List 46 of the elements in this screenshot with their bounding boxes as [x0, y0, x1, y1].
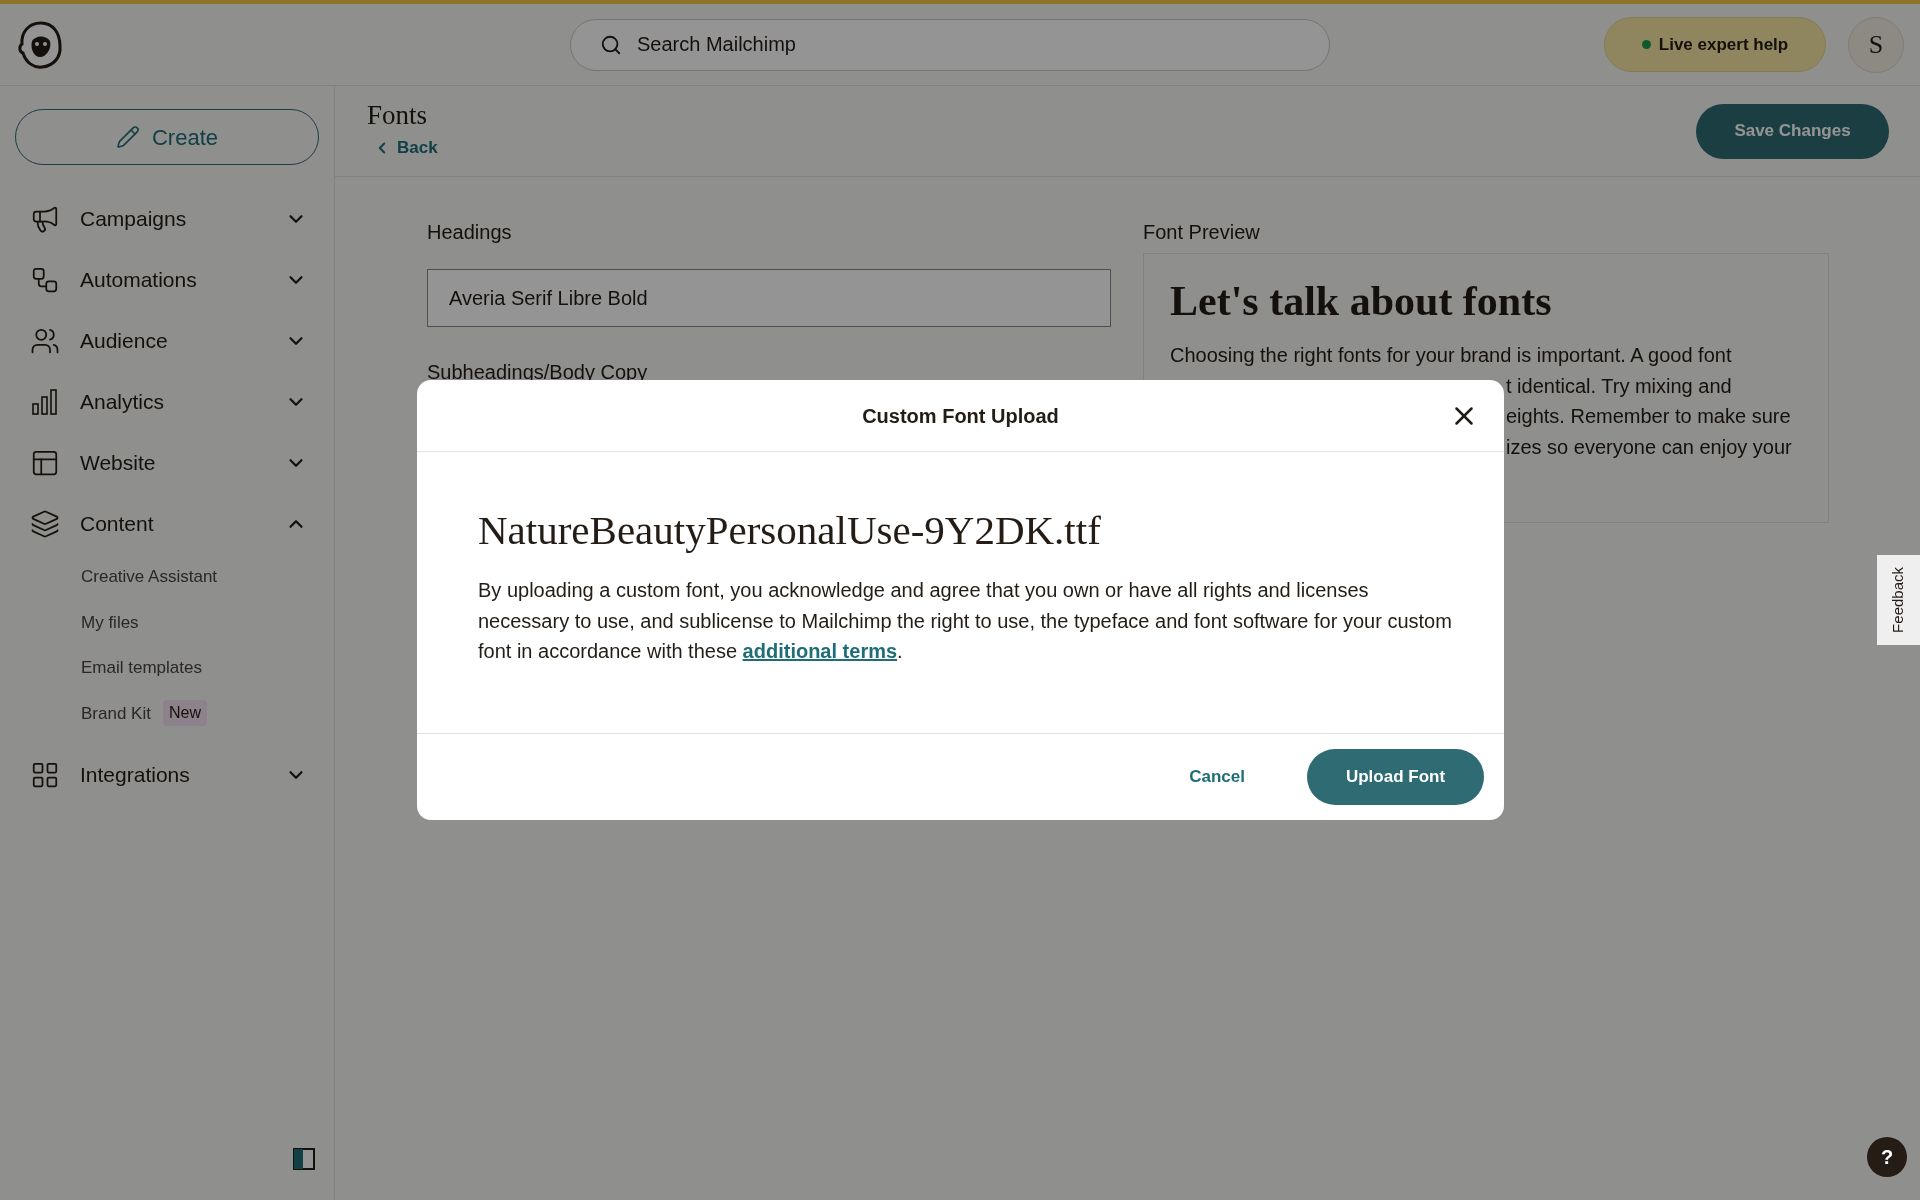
nav-label: Website [80, 449, 157, 476]
upload-font-button[interactable]: Upload Font [1307, 749, 1484, 805]
nav-label: Integrations [80, 761, 191, 788]
save-changes-button[interactable]: Save Changes [1696, 103, 1889, 159]
page-title: Fonts [367, 101, 429, 129]
layers-icon [30, 508, 60, 539]
field-label: Font Preview [1143, 220, 1261, 245]
preview-text: izes so everyone can enjoy your [1506, 434, 1792, 460]
nav-item[interactable]: Integrations [15, 744, 319, 805]
nav-subitem[interactable]: Creative Assistant [81, 564, 218, 590]
pencil-icon [115, 125, 140, 149]
nav-item[interactable]: Content [15, 493, 319, 554]
cancel-button[interactable]: Cancel [1167, 749, 1267, 805]
preview-text: t identical. Try mixing and [1506, 373, 1732, 399]
preview-text: eights. Remember to make sure [1506, 404, 1791, 430]
headings-font-field[interactable]: Averia Serif Libre Bold [427, 269, 1111, 327]
nav-subitem[interactable]: Email templates [81, 655, 202, 681]
nav-subitem[interactable]: Brand Kit [81, 700, 151, 726]
feedback-tab[interactable]: Feedback [1877, 555, 1920, 645]
search-field[interactable]: Search Mailchimp [570, 18, 1330, 71]
font-filename: NatureBeautyPersonalUse-9Y2DK.ttf [478, 510, 1102, 551]
license-text: By uploading a custom font, you acknowledge and agree that you own or have all rights and licenses necessary to use, and sublicense to Mailchimp the right to use, the typeface and font software for your custom font in accordance with these additional terms. [478, 578, 1453, 664]
field-label: Headings [427, 220, 513, 245]
bar-chart-icon [30, 386, 60, 417]
user-avatar[interactable]: S [1848, 16, 1904, 73]
nav-label: Audience [80, 327, 169, 354]
nav-item[interactable]: Campaigns [15, 188, 319, 249]
sidebar-toggle-icon[interactable] [293, 1148, 315, 1170]
help-button[interactable]: ? [1867, 1137, 1907, 1177]
nav-item[interactable]: Automations [15, 249, 319, 310]
nav-item[interactable]: Audience [15, 310, 319, 371]
back-link[interactable]: Back [367, 134, 438, 161]
nav-subitem[interactable]: My files [81, 609, 139, 635]
nav-label: Campaigns [80, 205, 188, 232]
nav-item[interactable]: Website [15, 432, 319, 493]
nav-label: Analytics [80, 388, 166, 415]
additional-terms-link[interactable]: additional terms [742, 640, 898, 662]
new-badge: New [162, 700, 207, 727]
nav-label: Content [80, 510, 155, 537]
search-icon [600, 33, 622, 56]
nav-label: Automations [80, 266, 198, 293]
nav-item[interactable]: Analytics [15, 371, 319, 432]
live-help-button[interactable]: Live expert help [1604, 17, 1826, 72]
preview-text: Choosing the right fonts for your brand is important. A good font [1170, 343, 1732, 369]
preview-heading: Let's talk about fonts [1170, 277, 1553, 326]
dialog-title: Custom Font Upload [862, 403, 1059, 429]
